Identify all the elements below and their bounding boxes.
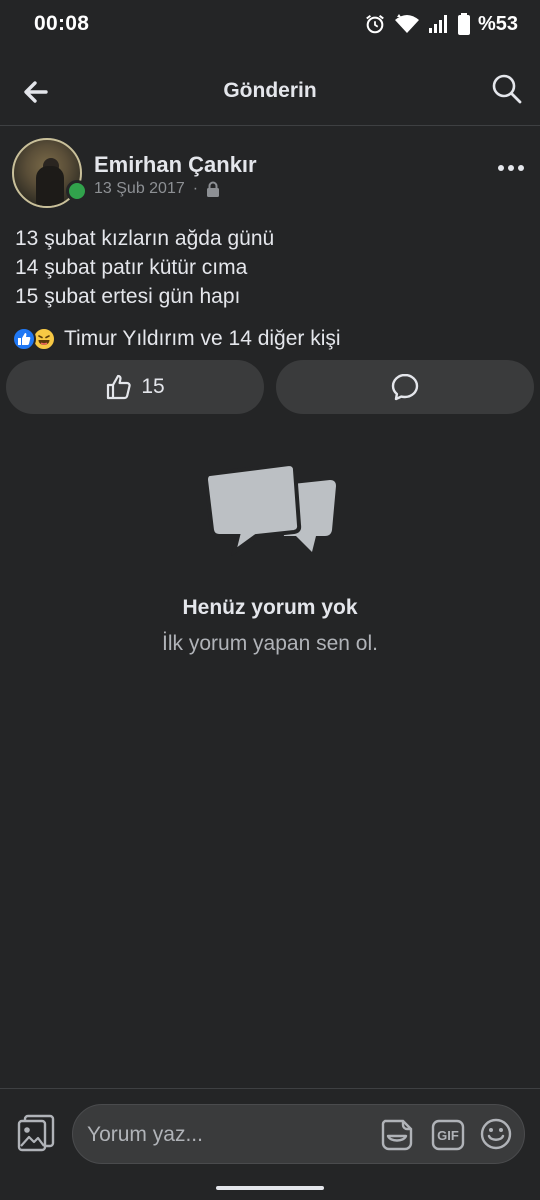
search-button[interactable] [490,72,524,106]
post-line: 15 şubat ertesi gün hapı [15,285,241,308]
gif-label: GIF [437,1128,459,1143]
wifi-icon [394,14,419,33]
status-bar: 00:08 %53 [0,0,540,48]
more-options-button[interactable] [496,158,526,178]
app-bar: Gönderin [0,56,540,126]
post-header: Emirhan Çankır 13 Şub 2017 · [12,138,528,210]
alarm-icon [366,14,384,34]
comment-button[interactable] [276,360,534,414]
post-date[interactable]: 13 Şub 2017 [94,180,185,198]
post-line: 13 şubat kızların ağda günü [15,227,275,250]
photo-icon [17,1114,55,1152]
post-body: 13 şubat kızların ağda günü 14 şubat pat… [15,224,525,311]
empty-state-subtitle: İlk yorum yapan sen ol. [162,632,378,655]
gif-button[interactable]: GIF [431,1119,465,1151]
reactions-text: Timur Yıldırım ve 14 diğer kişi [64,327,341,350]
sticker-icon [381,1119,413,1151]
reactions-summary[interactable]: Timur Yıldırım ve 14 diğer kişi [12,324,341,354]
page-title: Gönderin [223,78,317,102]
status-icons: %53 [364,13,518,36]
back-button[interactable] [20,76,52,108]
comment-composer: GIF [0,1088,540,1178]
smiley-icon [480,1118,512,1150]
battery-icon [457,13,470,35]
like-reaction-icon [12,327,36,351]
gif-icon: GIF [431,1119,465,1151]
post-line: 14 şubat patır kütür cıma [15,256,248,279]
post-meta: 13 Şub 2017 · [94,180,220,198]
post-actions: 15 [6,360,534,414]
online-status-dot [66,180,88,202]
emoji-button[interactable] [479,1117,513,1151]
like-count: 15 [141,375,165,398]
status-time: 00:08 [34,12,90,35]
like-button[interactable]: 15 [6,360,264,414]
thumbs-up-icon [107,374,131,400]
comment-bubble-icon [391,373,419,401]
meta-separator: · [192,180,199,197]
search-icon [492,74,522,104]
comment-field: GIF [72,1104,525,1164]
home-indicator[interactable] [216,1186,324,1190]
photo-button[interactable] [16,1113,56,1153]
empty-state-title: Henüz yorum yok [182,596,358,619]
signal-icon [428,15,447,33]
battery-percent: %53 [477,12,518,35]
lock-icon [207,181,220,197]
comments-empty-icon [200,460,340,557]
sticker-button[interactable] [379,1117,415,1153]
arrow-left-icon [24,81,48,103]
comment-input[interactable] [87,1115,357,1155]
author-name[interactable]: Emirhan Çankır [94,152,257,178]
